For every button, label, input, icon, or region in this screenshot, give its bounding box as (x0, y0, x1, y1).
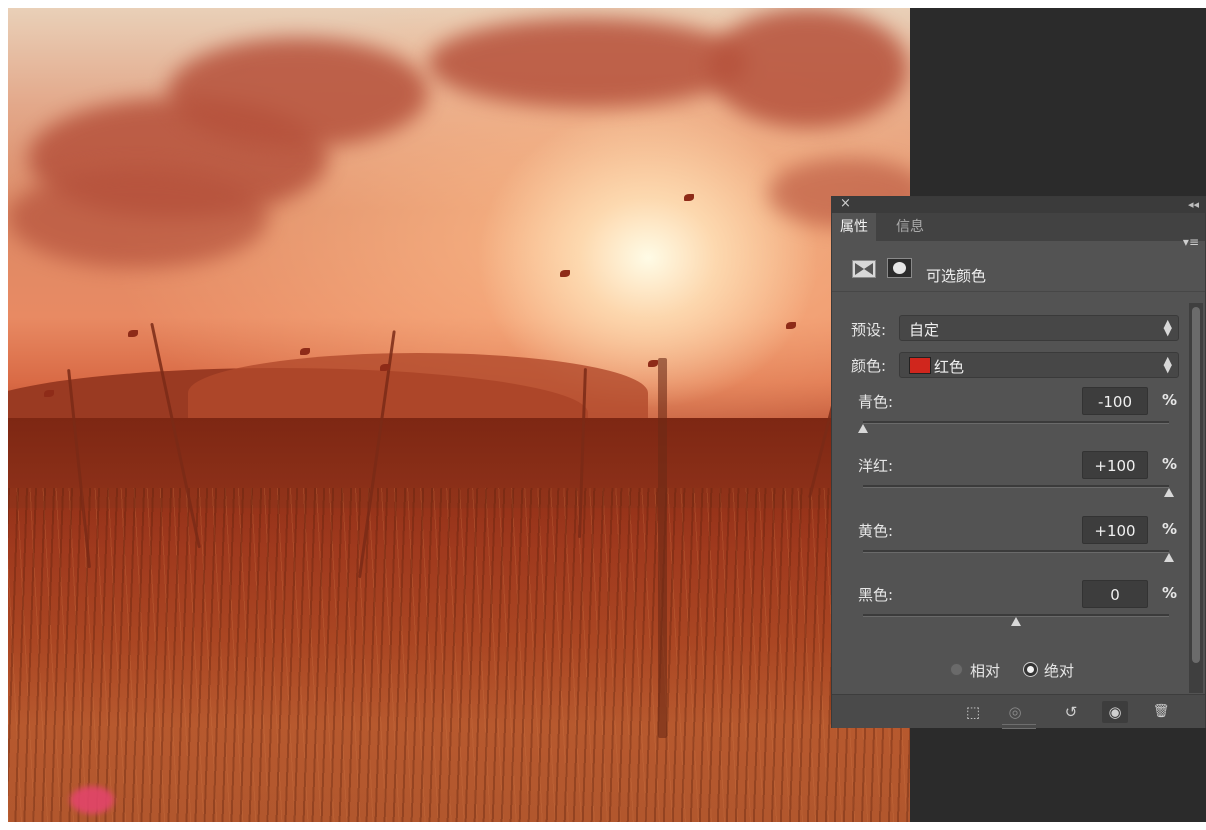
resize-grip[interactable] (1002, 724, 1036, 729)
seed-head (560, 270, 570, 277)
preset-dropdown[interactable]: 自定 ▲ ▼ (899, 315, 1179, 341)
preset-value: 自定 (909, 321, 940, 339)
layer-mask-icon[interactable] (887, 258, 912, 278)
radio-absolute[interactable] (1024, 663, 1037, 676)
grass-stem (658, 358, 667, 738)
slider-track[interactable] (863, 550, 1174, 562)
pink-flower (70, 786, 114, 814)
panel-footer: ⬚ ◎ ↺ ◉ 🗑 (832, 694, 1205, 729)
slider-track[interactable] (863, 485, 1174, 497)
seed-head (648, 360, 658, 367)
slider-value: 0 (1110, 586, 1120, 604)
color-swatch (909, 357, 931, 374)
cloud (168, 38, 428, 148)
slider-thumb[interactable] (1164, 553, 1174, 562)
slider-label: 黑色: (858, 586, 894, 604)
clip-to-layer-icon[interactable]: ⬚ (960, 701, 986, 723)
slider-track[interactable] (858, 421, 1169, 433)
slider-value: +100 (1094, 457, 1136, 475)
slider-value: +100 (1094, 522, 1136, 540)
slider-thumb[interactable] (1164, 488, 1174, 497)
colors-label: 颜色: (851, 357, 887, 375)
radio-relative-label[interactable]: 相对 (970, 660, 1000, 681)
slider-value-field[interactable]: +100 (1082, 516, 1148, 544)
percent-unit: % (1162, 391, 1178, 409)
updown-arrows-icon: ▲ ▼ (1163, 354, 1172, 375)
percent-unit: % (1162, 584, 1178, 602)
cloud (708, 8, 908, 128)
view-previous-state-icon[interactable]: ◎ (1002, 701, 1028, 723)
seed-head (300, 348, 310, 355)
delete-trash-icon[interactable]: 🗑 (1148, 701, 1174, 723)
visibility-eye-icon[interactable]: ◉ (1102, 701, 1128, 723)
seed-head (44, 390, 54, 397)
panel-titlebar[interactable]: × ◂◂ (832, 195, 1205, 214)
percent-unit: % (1162, 520, 1178, 538)
method-radio-group: 相对 绝对 (832, 659, 1205, 683)
slider-label: 青色: (858, 393, 894, 411)
updown-arrows-icon: ▲ ▼ (1163, 317, 1172, 338)
slider-value-field[interactable]: 0 (1082, 580, 1148, 608)
tab-info[interactable]: 信息 (888, 213, 932, 241)
photoshop-workspace: × ◂◂ 属性 信息 ▾≡ 可选颜色 预设: 自定 ▲ ▼ 颜色: 红色 ▲ ▼… (8, 8, 1206, 822)
slider-value: -100 (1097, 393, 1133, 411)
seed-head (684, 194, 694, 201)
slider-track[interactable] (863, 614, 1169, 626)
slider-thumb[interactable] (858, 424, 868, 433)
scrollbar-thumb[interactable] (1192, 307, 1200, 663)
tab-properties[interactable]: 属性 (832, 213, 876, 241)
colors-value: 红色 (934, 358, 965, 376)
document-canvas-sunset-photo[interactable] (8, 8, 910, 822)
seed-head (128, 330, 138, 337)
cloud (8, 168, 268, 268)
seed-head (380, 364, 390, 371)
slider-label: 洋红: (858, 457, 894, 475)
adjustment-header: 可选颜色 (832, 241, 1205, 292)
radio-relative[interactable] (950, 663, 963, 676)
properties-panel: × ◂◂ 属性 信息 ▾≡ 可选颜色 预设: 自定 ▲ ▼ 颜色: 红色 ▲ ▼… (831, 195, 1206, 729)
panel-scrollbar[interactable] (1189, 303, 1203, 693)
percent-unit: % (1162, 455, 1178, 473)
adjustment-title: 可选颜色 (926, 267, 987, 285)
cloud (428, 18, 748, 108)
seed-head (786, 322, 796, 329)
collapse-icon[interactable]: ◂◂ (1188, 196, 1199, 214)
radio-absolute-label[interactable]: 绝对 (1044, 660, 1074, 681)
reset-icon[interactable]: ↺ (1058, 701, 1084, 723)
preset-label: 预设: (851, 321, 887, 339)
slider-value-field[interactable]: +100 (1082, 451, 1148, 479)
colors-dropdown[interactable]: 红色 ▲ ▼ (899, 352, 1179, 378)
selective-color-adjustment-icon[interactable] (852, 260, 876, 278)
slider-thumb[interactable] (1011, 617, 1021, 626)
slider-value-field[interactable]: -100 (1082, 387, 1148, 415)
slider-label: 黄色: (858, 522, 894, 540)
close-icon[interactable]: × (840, 195, 851, 213)
grass-field (8, 488, 910, 822)
panel-tabbar: 属性 信息 ▾≡ (832, 213, 1205, 249)
